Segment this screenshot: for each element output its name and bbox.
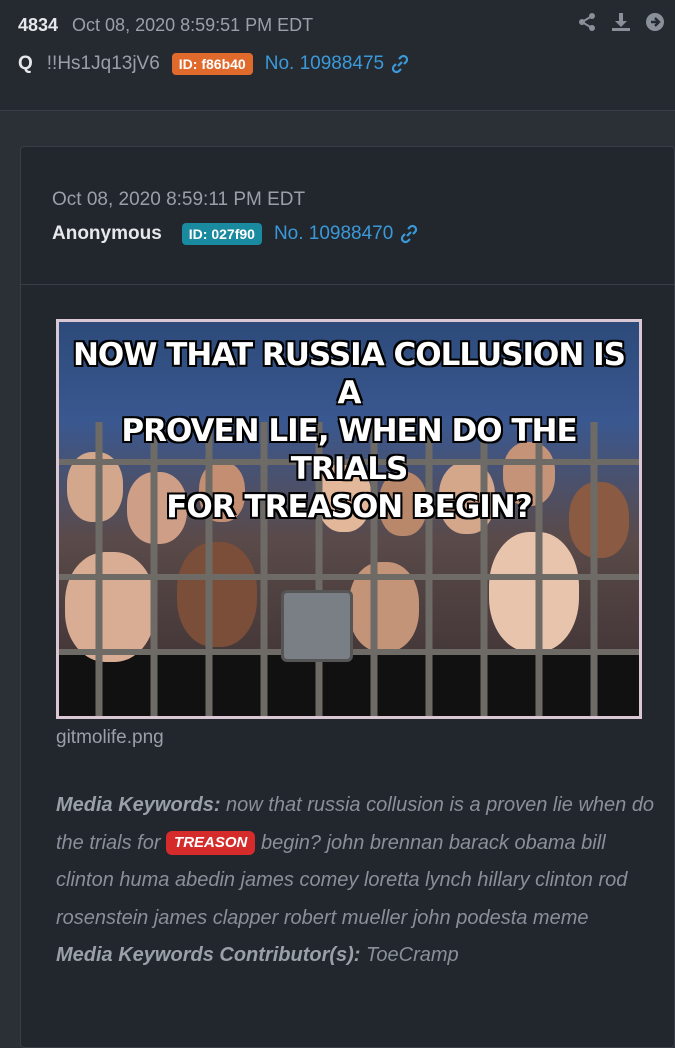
- post-meta-row: 4834 Oct 08, 2020 8:59:51 PM EDT: [18, 12, 313, 38]
- quoted-timestamp: Oct 08, 2020 8:59:11 PM EDT: [52, 189, 306, 210]
- keyword-highlight-badge: TREASON: [166, 830, 256, 855]
- image-filename[interactable]: gitmolife.png: [56, 727, 164, 749]
- post-link-label: No. 10988475: [264, 53, 385, 74]
- arrow-right-circle-icon[interactable]: [645, 12, 665, 32]
- link-icon: [391, 54, 409, 74]
- post-header: 4834 Oct 08, 2020 8:59:51 PM EDT Q !!Hs1…: [0, 0, 675, 111]
- quoted-post-link[interactable]: No. 10988470: [274, 223, 419, 245]
- post-number: 4834: [18, 14, 59, 35]
- id-badge: ID: f86b40: [171, 53, 253, 75]
- quoted-author-row: Anonymous ID: 027f90 No. 10988470: [52, 223, 419, 245]
- post-author-row: Q !!Hs1Jq13jV6 ID: f86b40 No. 10988475: [18, 50, 410, 78]
- tripcode: !!Hs1Jq13jV6: [46, 53, 160, 74]
- padlock-icon: [281, 590, 353, 662]
- download-icon[interactable]: [611, 12, 631, 32]
- post-number-link[interactable]: No. 10988475: [265, 53, 410, 75]
- post-timestamp: Oct 08, 2020 8:59:51 PM EDT: [72, 14, 314, 35]
- keywords-label: Media Keywords:: [56, 794, 221, 816]
- quoted-post-card: Oct 08, 2020 8:59:11 PM EDT Anonymous ID…: [20, 146, 675, 1048]
- share-icon[interactable]: [577, 12, 597, 32]
- quoted-post-link-label: No. 10988470: [273, 223, 394, 244]
- quoted-post-header: Oct 08, 2020 8:59:11 PM EDT Anonymous ID…: [21, 147, 674, 285]
- post-actions: [577, 12, 665, 32]
- media-keywords: Media Keywords: now that russia collusio…: [56, 787, 656, 975]
- link-icon: [401, 224, 418, 244]
- author-name: Q: [18, 53, 33, 74]
- contributor-name: ToeCramp: [360, 944, 459, 966]
- contributor-label: Media Keywords Contributor(s):: [56, 944, 361, 966]
- quoted-author: Anonymous: [52, 223, 162, 244]
- meme-image[interactable]: NOW THAT RUSSIA COLLUSION IS A PROVEN LI…: [56, 319, 642, 719]
- meme-caption: NOW THAT RUSSIA COLLUSION IS A PROVEN LI…: [72, 337, 626, 525]
- quoted-id-badge: ID: 027f90: [181, 223, 262, 245]
